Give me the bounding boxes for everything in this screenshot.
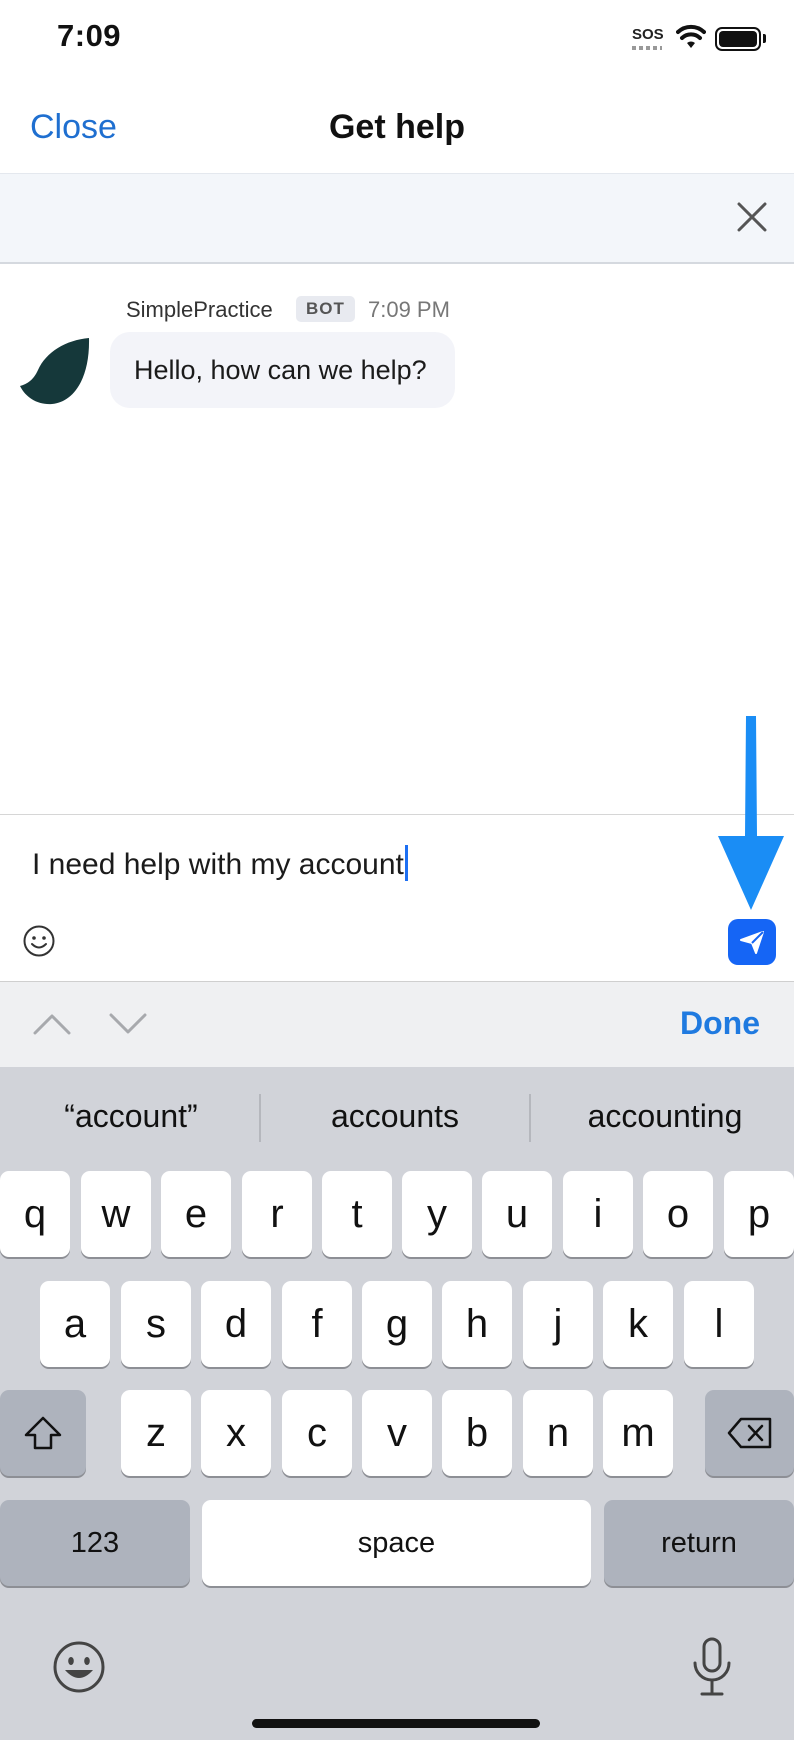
key-l[interactable]: l (684, 1281, 754, 1367)
chevron-down-icon[interactable] (108, 1008, 148, 1038)
key-r[interactable]: r (242, 1171, 312, 1257)
status-time: 7:09 (57, 18, 122, 53)
key-j[interactable]: j (523, 1281, 593, 1367)
space-key[interactable]: space (202, 1500, 591, 1586)
simplepractice-logo-avatar (20, 338, 90, 405)
key-g[interactable]: g (362, 1281, 432, 1367)
delete-key[interactable] (705, 1390, 794, 1476)
key-b[interactable]: b (442, 1390, 512, 1476)
annotation-arrow-icon (718, 716, 784, 910)
emoji-keyboard-icon[interactable] (52, 1640, 106, 1694)
message-input[interactable]: I need help with my account (32, 845, 408, 882)
text-cursor (404, 845, 408, 881)
home-indicator[interactable] (252, 1719, 540, 1728)
message-text: Hello, how can we help? (134, 355, 427, 385)
key-x[interactable]: x (201, 1390, 271, 1476)
key-n[interactable]: n (523, 1390, 593, 1476)
sos-indicator: SOS (632, 26, 664, 43)
send-icon (740, 931, 764, 954)
battery-icon (715, 27, 761, 51)
key-z[interactable]: z (121, 1390, 191, 1476)
key-y[interactable]: y (402, 1171, 472, 1257)
key-e[interactable]: e (161, 1171, 231, 1257)
bot-badge: BOT (296, 296, 355, 322)
key-k[interactable]: k (603, 1281, 673, 1367)
key-p[interactable]: p (724, 1171, 794, 1257)
return-key[interactable]: return (604, 1500, 794, 1586)
wifi-icon (676, 24, 706, 48)
microphone-icon[interactable] (690, 1636, 734, 1698)
key-v[interactable]: v (362, 1390, 432, 1476)
suggestion-2[interactable]: accounts (264, 1098, 526, 1135)
close-button[interactable]: Close (30, 108, 117, 147)
page-title: Get help (328, 108, 466, 146)
notice-banner (0, 173, 794, 264)
numbers-key[interactable]: 123 (0, 1500, 190, 1586)
message-input-value: I need help with my account (32, 848, 404, 881)
signal-dots-icon (632, 46, 662, 50)
shift-icon (24, 1416, 62, 1450)
key-t[interactable]: t (322, 1171, 392, 1257)
key-a[interactable]: a (40, 1281, 110, 1367)
battery-tip (763, 34, 766, 43)
suggestion-1[interactable]: “account” (0, 1098, 262, 1135)
sender-name: SimplePractice (126, 297, 273, 322)
close-icon[interactable] (732, 197, 772, 237)
key-w[interactable]: w (81, 1171, 151, 1257)
key-s[interactable]: s (121, 1281, 191, 1367)
key-i[interactable]: i (563, 1171, 633, 1257)
message-timestamp: 7:09 PM (368, 297, 450, 322)
done-button[interactable]: Done (680, 1005, 760, 1042)
emoji-picker-icon[interactable] (22, 924, 56, 958)
suggestion-3[interactable]: accounting (534, 1098, 794, 1135)
backspace-icon (727, 1417, 771, 1449)
composer-divider (0, 814, 794, 815)
key-c[interactable]: c (282, 1390, 352, 1476)
key-f[interactable]: f (282, 1281, 352, 1367)
shift-key[interactable] (0, 1390, 86, 1476)
key-m[interactable]: m (603, 1390, 673, 1476)
suggestion-divider (259, 1094, 261, 1142)
key-q[interactable]: q (0, 1171, 70, 1257)
key-u[interactable]: u (482, 1171, 552, 1257)
key-h[interactable]: h (442, 1281, 512, 1367)
send-button[interactable] (728, 919, 776, 965)
key-d[interactable]: d (201, 1281, 271, 1367)
chevron-up-icon[interactable] (32, 1008, 72, 1038)
suggestion-divider (529, 1094, 531, 1142)
key-o[interactable]: o (643, 1171, 713, 1257)
